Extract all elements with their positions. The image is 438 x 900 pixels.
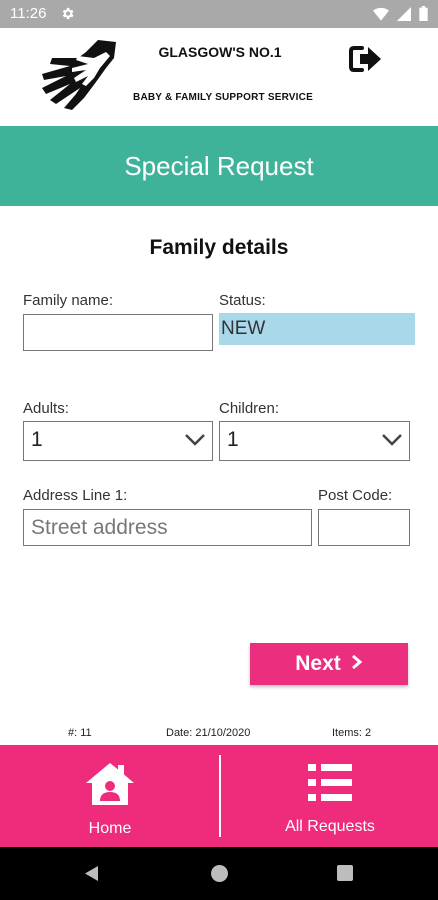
address-label: Address Line 1:	[23, 487, 128, 504]
nav-home-label: Home	[88, 820, 132, 837]
list-icon	[306, 761, 354, 810]
signal-icon	[397, 6, 411, 26]
page-title: Special Request	[124, 150, 314, 181]
request-number: #: 11	[68, 727, 92, 739]
recent-apps-icon[interactable]	[337, 865, 353, 881]
address-placeholder: Street address	[31, 516, 168, 539]
home-icon	[84, 761, 136, 812]
children-select[interactable]: 1	[219, 421, 410, 461]
request-date: Date: 21/10/2020	[166, 727, 251, 739]
postcode-label: Post Code:	[318, 487, 393, 504]
postcode-input[interactable]	[318, 509, 410, 546]
request-items-count: Items: 2	[332, 727, 372, 739]
adults-value: 1	[31, 428, 43, 451]
adults-label: Adults:	[23, 400, 69, 417]
logout-icon[interactable]	[348, 44, 384, 79]
adults-select[interactable]: 1	[23, 421, 213, 461]
children-label: Children:	[219, 400, 280, 417]
org-title: GLASGOW'S NO.1	[158, 44, 282, 60]
family-name-input[interactable]	[23, 314, 213, 351]
nav-divider	[219, 755, 221, 837]
back-icon[interactable]	[84, 865, 100, 887]
status-bar: 11:26	[0, 0, 438, 28]
chevron-down-icon	[381, 431, 403, 454]
nav-all-requests-label: All Requests	[285, 818, 375, 835]
org-subtitle: BABY & FAMILY SUPPORT SERVICE	[133, 92, 313, 103]
section-title: Family details	[149, 236, 289, 259]
status-time: 11:26	[10, 5, 47, 22]
app-header: GLASGOW'S NO.1 BABY & FAMILY SUPPORT SER…	[0, 28, 438, 126]
status-icons	[373, 6, 428, 26]
bottom-nav: Home All Requests	[0, 745, 438, 847]
status-value: NEW	[221, 318, 266, 339]
system-home-icon[interactable]	[211, 865, 228, 882]
chevron-right-icon	[351, 654, 363, 675]
page-banner: Special Request	[0, 126, 438, 206]
wifi-icon	[373, 7, 389, 26]
battery-icon	[419, 6, 428, 26]
nav-home[interactable]: Home	[40, 745, 180, 847]
next-button[interactable]: Next	[250, 643, 408, 685]
next-button-label: Next	[295, 652, 341, 675]
address-input[interactable]: Street address	[23, 509, 312, 546]
hands-logo-icon	[36, 38, 120, 119]
nav-all-requests[interactable]: All Requests	[240, 745, 420, 847]
family-name-label: Family name:	[23, 292, 114, 309]
chevron-down-icon	[184, 431, 206, 454]
system-nav-bar	[0, 847, 438, 900]
status-field: NEW	[219, 313, 415, 345]
children-value: 1	[227, 428, 239, 451]
settings-gear-icon	[60, 6, 75, 26]
status-label: Status:	[219, 292, 266, 309]
